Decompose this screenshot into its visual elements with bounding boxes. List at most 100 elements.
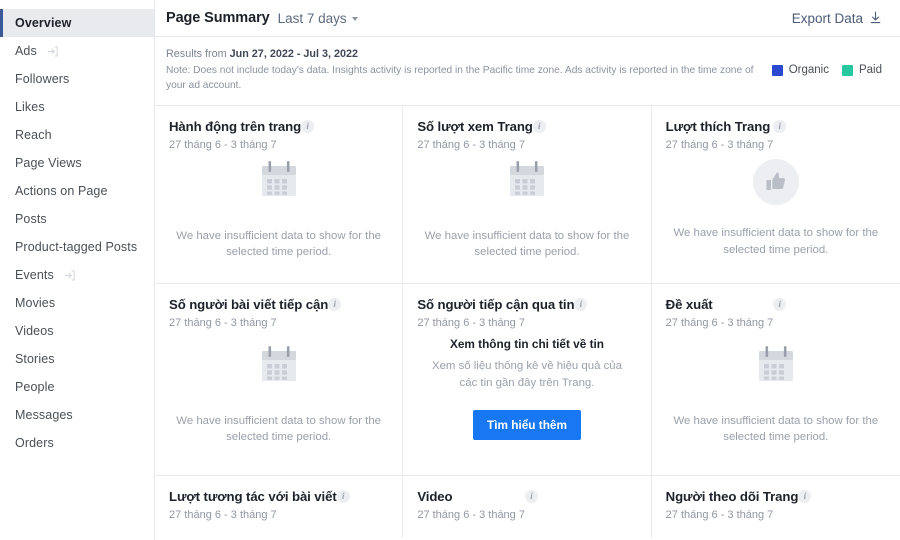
notice-text-group: Results from Jun 27, 2022 - Jul 3, 2022 … <box>166 47 766 94</box>
metric-card[interactable]: Số lượt xem Trang 27 tháng 6 - 3 tháng 7… <box>403 105 652 284</box>
calendar-icon <box>261 160 296 196</box>
sidebar-item-likes[interactable]: Likes <box>0 93 154 121</box>
card-header: Số người bài viết tiếp cận 27 tháng 6 - … <box>169 297 388 329</box>
sidebar-item-label: Followers <box>15 71 70 86</box>
info-icon[interactable]: i <box>574 297 588 311</box>
sidebar-item-events[interactable]: Events <box>0 261 154 289</box>
legend-label: Paid <box>858 64 882 76</box>
cta-title: Xem thông tin chi tiết về tin <box>449 336 604 351</box>
metric-card[interactable]: Người theo dõi Trang 27 tháng 6 - 3 thán… <box>651 475 900 538</box>
card-title-group: Số người bài viết tiếp cận 27 tháng 6 - … <box>169 297 328 329</box>
card-title-group: Số lượt xem Trang 27 tháng 6 - 3 tháng 7 <box>417 119 533 151</box>
sidebar-item-people[interactable]: People <box>0 373 154 401</box>
sidebar-item-label: Movies <box>15 295 56 310</box>
card-title-group: Lượt tương tác với bài viết 27 tháng 6 -… <box>169 489 337 521</box>
metric-card[interactable]: Lượt thích Trang 27 tháng 6 - 3 tháng 7 … <box>651 105 900 284</box>
card-title-group: Người theo dõi Trang 27 tháng 6 - 3 thán… <box>666 489 799 521</box>
metric-card[interactable]: Lượt tương tác với bài viết 27 tháng 6 -… <box>155 475 404 538</box>
sidebar-item-orders[interactable]: Orders <box>0 429 154 457</box>
results-range: Results from Jun 27, 2022 - Jul 3, 2022 <box>166 47 766 62</box>
info-icon[interactable]: i <box>773 297 787 311</box>
card-title: Số người bài viết tiếp cận <box>169 296 329 312</box>
page-title: Page Summary <box>166 10 270 26</box>
card-title-group: Hành động trên trang 27 tháng 6 - 3 thán… <box>169 119 301 151</box>
sidebar-item-stories[interactable]: Stories <box>0 345 154 373</box>
card-title-group: Số người tiếp cận qua tin 27 tháng 6 - 3… <box>417 297 574 329</box>
timezone-note: Note: Does not include today's data. Ins… <box>166 65 754 92</box>
card-header: Số người tiếp cận qua tin 27 tháng 6 - 3… <box>417 297 636 329</box>
metric-card[interactable]: Đề xuất 27 tháng 6 - 3 tháng 7 i We have… <box>651 283 900 476</box>
metric-card-grid: Hành động trên trang 27 tháng 6 - 3 thán… <box>155 105 900 538</box>
metric-card[interactable]: Hành động trên trang 27 tháng 6 - 3 thán… <box>155 105 404 284</box>
card-header: Đề xuất 27 tháng 6 - 3 tháng 7 i <box>666 297 886 329</box>
card-header: Số lượt xem Trang 27 tháng 6 - 3 tháng 7… <box>417 119 636 151</box>
notice-bar: Results from Jun 27, 2022 - Jul 3, 2022 … <box>155 37 900 106</box>
legend-swatch <box>841 64 853 76</box>
info-icon[interactable]: i <box>524 489 538 503</box>
info-icon[interactable]: i <box>328 297 342 311</box>
sidebar-item-label: Videos <box>15 323 54 338</box>
sidebar-item-label: People <box>15 379 55 394</box>
sidebar-item-actions-on-page[interactable]: Actions on Page <box>0 177 154 205</box>
open-external-icon <box>46 45 59 58</box>
thumbs-up-icon <box>752 159 799 206</box>
card-header: Người theo dõi Trang 27 tháng 6 - 3 thán… <box>666 489 886 521</box>
card-title: Số người tiếp cận qua tin <box>417 296 575 312</box>
card-title: Lượt tương tác với bài viết <box>169 488 337 504</box>
card-header: Lượt thích Trang 27 tháng 6 - 3 tháng 7 … <box>666 119 886 151</box>
card-title-group: Đề xuất 27 tháng 6 - 3 tháng 7 <box>666 297 774 329</box>
card-date-range: 27 tháng 6 - 3 tháng 7 <box>169 138 277 151</box>
empty-state-icon <box>753 342 799 393</box>
card-empty-state: We have insufficient data to show for th… <box>169 329 388 463</box>
sidebar-item-ads[interactable]: Ads <box>0 37 154 65</box>
card-empty-state: We have insufficient data to show for th… <box>417 151 636 271</box>
sidebar-item-followers[interactable]: Followers <box>0 65 154 93</box>
sidebar-item-posts[interactable]: Posts <box>0 205 154 233</box>
card-title: Người theo dõi Trang <box>665 488 799 504</box>
sidebar-item-label: Posts <box>15 211 47 226</box>
empty-state-text: We have insufficient data to show for th… <box>673 227 879 256</box>
info-icon[interactable]: i <box>532 119 546 133</box>
info-icon[interactable]: i <box>336 489 350 503</box>
sidebar-item-page-views[interactable]: Page Views <box>0 149 154 177</box>
empty-state-text: We have insufficient data to show for th… <box>176 229 382 259</box>
card-date-range: 27 tháng 6 - 3 tháng 7 <box>417 508 525 521</box>
card-title-group: Lượt thích Trang 27 tháng 6 - 3 tháng 7 <box>666 119 774 151</box>
sidebar-item-messages[interactable]: Messages <box>0 401 154 429</box>
download-icon <box>870 11 881 24</box>
sidebar-item-movies[interactable]: Movies <box>0 289 154 317</box>
empty-state-text: We have insufficient data to show for th… <box>673 414 879 444</box>
page-toolbar: Page Summary Last 7 days Export Data <box>155 0 900 37</box>
card-empty-state: We have insufficient data to show for th… <box>666 151 886 271</box>
sidebar-item-reach[interactable]: Reach <box>0 121 154 149</box>
sidebar-item-label: Actions on Page <box>15 183 108 198</box>
card-title: Hành động trên trang <box>169 118 302 134</box>
card-date-range: 27 tháng 6 - 3 tháng 7 <box>665 508 774 521</box>
sidebar-item-videos[interactable]: Videos <box>0 317 154 345</box>
metric-card[interactable]: Số người bài viết tiếp cận 27 tháng 6 - … <box>155 283 404 476</box>
calendar-icon <box>509 160 544 196</box>
page-scrollbar[interactable] <box>895 0 900 540</box>
learn-more-button[interactable]: Tìm hiểu thêm <box>473 409 581 440</box>
thumbs-up-glyph <box>766 172 785 191</box>
metric-card[interactable]: Video 27 tháng 6 - 3 tháng 7 i <box>403 475 652 538</box>
date-range-label: Last 7 days <box>277 10 347 26</box>
date-range-selector[interactable]: Last 7 days <box>278 11 358 26</box>
card-cta-block: Xem thông tin chi tiết về tin Xem số liệ… <box>417 329 636 463</box>
card-header: Video 27 tháng 6 - 3 tháng 7 i <box>417 489 636 521</box>
info-icon[interactable]: i <box>798 489 812 503</box>
info-icon[interactable]: i <box>301 119 315 133</box>
series-legend: Organic Paid <box>771 47 882 76</box>
info-icon[interactable]: i <box>773 119 787 133</box>
card-date-range: 27 tháng 6 - 3 tháng 7 <box>665 138 774 151</box>
calendar-icon <box>758 345 793 381</box>
sidebar-item-overview[interactable]: Overview <box>0 9 154 37</box>
metric-card[interactable]: Số người tiếp cận qua tin 27 tháng 6 - 3… <box>403 283 652 476</box>
sidebar-item-product-tagged-posts[interactable]: Product-tagged Posts <box>0 233 154 261</box>
card-header: Hành động trên trang 27 tháng 6 - 3 thán… <box>169 119 388 151</box>
sidebar-item-label: Stories <box>15 351 55 366</box>
sidebar-item-label: Messages <box>15 407 73 422</box>
card-empty-state: We have insufficient data to show for th… <box>666 329 886 463</box>
export-data-button[interactable]: Export Data <box>792 11 882 26</box>
card-title: Video <box>417 488 453 504</box>
